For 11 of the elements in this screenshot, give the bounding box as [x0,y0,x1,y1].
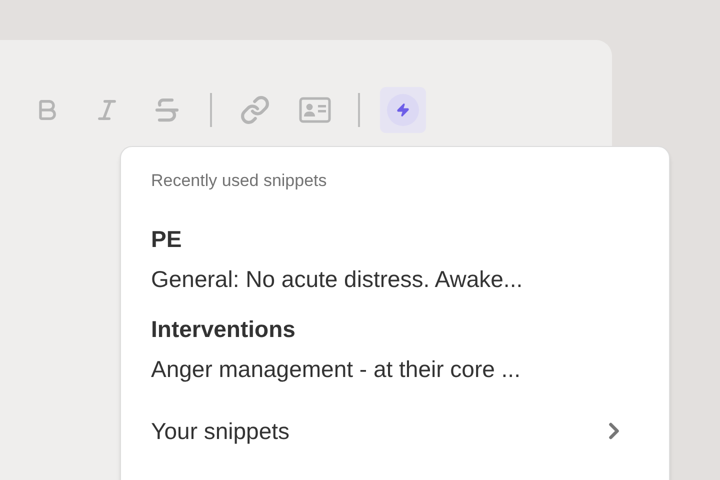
snippet-title[interactable]: Interventions [151,315,639,343]
snippet-title[interactable]: PE [151,225,639,253]
menu-heading: Recently used snippets [151,170,328,192]
your-snippets-label: Your snippets [151,417,290,445]
snippets-button[interactable] [380,87,426,133]
contact-card-icon [299,97,331,123]
snippet-preview: Anger management - at their core ... [151,355,522,383]
link-icon [240,95,270,125]
lightning-icon [387,94,419,126]
your-snippets-item[interactable]: Your snippets [151,417,639,445]
snippet-preview: General: No acute distress. Awake... [151,265,524,293]
